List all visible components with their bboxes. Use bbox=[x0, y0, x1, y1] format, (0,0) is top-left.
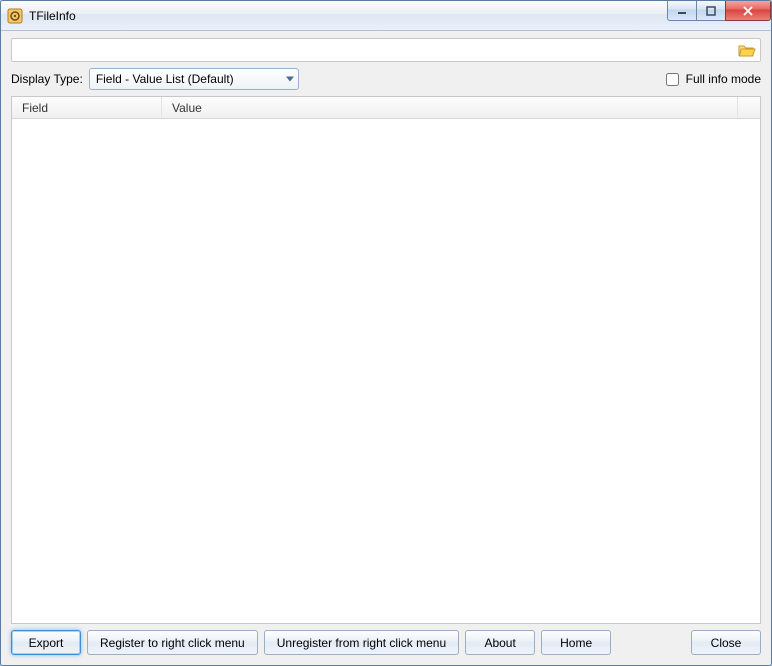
path-input[interactable] bbox=[16, 40, 738, 60]
home-button[interactable]: Home bbox=[541, 630, 611, 655]
minimize-button[interactable] bbox=[667, 1, 697, 21]
full-info-checkbox[interactable] bbox=[666, 73, 679, 86]
options-bar: Display Type: Field - Value List (Defaul… bbox=[11, 68, 761, 90]
client-area: Display Type: Field - Value List (Defaul… bbox=[1, 31, 771, 665]
window-controls bbox=[668, 1, 771, 21]
footer-bar: Export Register to right click menu Unre… bbox=[11, 630, 761, 655]
display-type-label: Display Type: bbox=[11, 72, 83, 86]
close-button[interactable]: Close bbox=[691, 630, 761, 655]
unregister-button[interactable]: Unregister from right click menu bbox=[264, 630, 459, 655]
window-frame: TFileInfo Display Type: bbox=[0, 0, 772, 666]
table-header: Field Value bbox=[12, 97, 760, 119]
export-button[interactable]: Export bbox=[11, 630, 81, 655]
register-button[interactable]: Register to right click menu bbox=[87, 630, 258, 655]
title-bar: TFileInfo bbox=[1, 1, 771, 31]
full-info-mode[interactable]: Full info mode bbox=[662, 70, 761, 89]
data-table: Field Value bbox=[11, 96, 761, 624]
chevron-down-icon bbox=[286, 77, 294, 82]
column-value[interactable]: Value bbox=[162, 97, 738, 118]
table-body bbox=[12, 119, 760, 623]
open-file-icon[interactable] bbox=[738, 42, 756, 58]
maximize-button[interactable] bbox=[696, 1, 726, 21]
about-button[interactable]: About bbox=[465, 630, 535, 655]
window-title: TFileInfo bbox=[29, 9, 76, 23]
close-window-button[interactable] bbox=[725, 1, 771, 21]
display-type-value: Field - Value List (Default) bbox=[96, 72, 234, 86]
full-info-label: Full info mode bbox=[686, 72, 761, 86]
app-icon bbox=[7, 8, 23, 24]
column-spacer bbox=[738, 97, 760, 118]
path-bar bbox=[11, 38, 761, 62]
display-type-select[interactable]: Field - Value List (Default) bbox=[89, 68, 299, 90]
column-field[interactable]: Field bbox=[12, 97, 162, 118]
